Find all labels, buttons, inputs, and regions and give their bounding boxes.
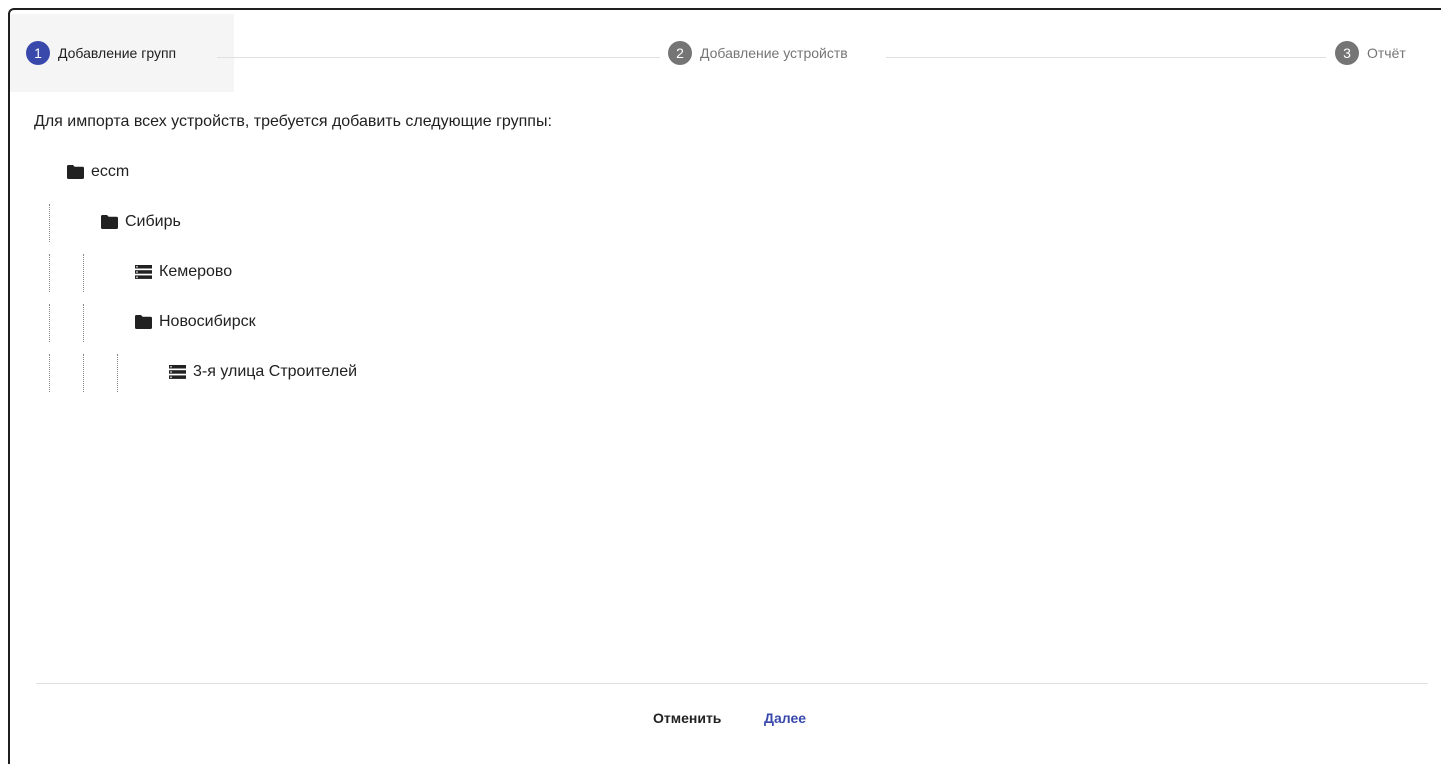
tree-guide-line xyxy=(49,204,50,242)
list-icon xyxy=(135,265,152,279)
step-label: Добавление устройств xyxy=(700,45,848,61)
step-report[interactable]: 3 Отчёт xyxy=(1335,14,1425,92)
next-button[interactable]: Далее xyxy=(754,704,816,732)
tree-node-label: eccm xyxy=(91,163,130,180)
tree-guide-line xyxy=(83,254,84,292)
tree-guide-line xyxy=(49,254,50,292)
tree-node-label: 3-я улица Строителей xyxy=(193,363,358,380)
folder-icon xyxy=(135,315,152,329)
tree-node-label: Сибирь xyxy=(125,213,181,230)
folder-icon xyxy=(101,215,118,229)
tree-guide-line xyxy=(83,304,84,342)
tree-node-stroiteley-street[interactable]: 3-я улица Строителей xyxy=(169,363,357,381)
tree-guide-line xyxy=(49,354,50,392)
step-add-groups[interactable]: 1 Добавление групп xyxy=(10,14,234,92)
intro-text: Для импорта всех устройств, требуется до… xyxy=(34,113,552,130)
step-number-badge: 2 xyxy=(668,41,692,65)
tree-node-novosibirsk[interactable]: Новосибирск xyxy=(135,313,256,331)
folder-icon xyxy=(67,165,84,179)
stepper: 1 Добавление групп 2 Добавление устройст… xyxy=(10,14,1441,92)
tree-guide-line xyxy=(117,354,118,392)
step-connector xyxy=(217,57,660,58)
tree-guide-line xyxy=(49,304,50,342)
footer-divider xyxy=(36,683,1428,684)
tree-node-siberia[interactable]: Сибирь xyxy=(101,213,181,231)
import-wizard-dialog: 1 Добавление групп 2 Добавление устройст… xyxy=(8,8,1441,764)
step-number-badge: 1 xyxy=(26,41,50,65)
step-label: Добавление групп xyxy=(58,45,177,61)
tree-node-kemerovo[interactable]: Кемерово xyxy=(135,263,232,281)
tree-guide-line xyxy=(83,354,84,392)
step-connector xyxy=(886,57,1326,58)
tree-node-label: Новосибирск xyxy=(159,313,256,330)
cancel-button[interactable]: Отменить xyxy=(643,704,731,732)
tree-node-label: Кемерово xyxy=(159,263,233,280)
step-label: Отчёт xyxy=(1367,45,1406,61)
tree-node-eccm[interactable]: eccm xyxy=(67,163,129,181)
step-number-badge: 3 xyxy=(1335,41,1359,65)
list-icon xyxy=(169,365,186,379)
step-add-devices[interactable]: 2 Добавление устройств xyxy=(668,14,888,92)
